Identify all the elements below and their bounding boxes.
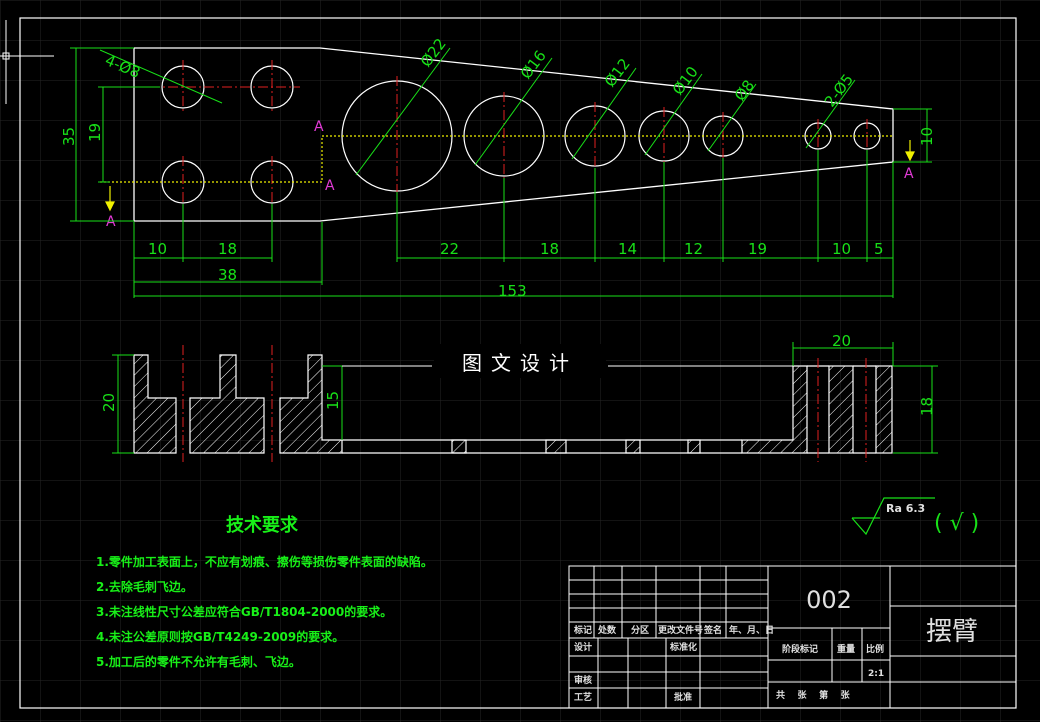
tb-stage-mark: 阶段标记 xyxy=(782,643,818,655)
dim-10-right: 10 xyxy=(918,127,936,146)
requirement-item: 1.零件加工表面上，不应有划痕、擦伤等损伤零件表面的缺陷。 xyxy=(96,554,433,569)
tb-label: 标记 xyxy=(573,624,592,636)
drawing-number: 002 xyxy=(806,586,852,614)
hatch-region xyxy=(875,365,893,454)
tb-design: 设计 xyxy=(574,641,592,653)
requirement-item: 2.去除毛刺飞边。 xyxy=(96,579,193,594)
hatch-region xyxy=(687,439,701,454)
tb-review: 审核 xyxy=(574,674,592,686)
dim-19: 19 xyxy=(748,240,767,258)
dim-15: 15 xyxy=(324,391,342,410)
dim-14: 14 xyxy=(618,240,637,258)
section-mark-a: A xyxy=(325,178,335,194)
tb-process: 工艺 xyxy=(574,691,592,703)
tb-label: 年、月、日 xyxy=(729,624,774,636)
cad-drawing-canvas[interactable]: A A A A 4-Ø8 Ø22 Ø16 Ø12 Ø10 Ø8 2-Ø5 10 … xyxy=(0,0,1040,722)
dim-153: 153 xyxy=(498,282,527,300)
dim-22: 22 xyxy=(440,240,459,258)
dim-35: 35 xyxy=(60,127,78,146)
tb-standardize: 标准化 xyxy=(669,641,697,653)
dim-19: 19 xyxy=(86,123,104,142)
section-mark-a: A xyxy=(314,119,324,135)
hatch-region xyxy=(625,439,641,454)
watermark-text: 图文设计 xyxy=(462,351,578,375)
dim-18: 18 xyxy=(218,240,237,258)
section-mark-a: A xyxy=(106,214,116,230)
dim-20-top: 20 xyxy=(832,332,851,350)
tb-scale-label: 比例 xyxy=(866,643,884,655)
dim-10: 10 xyxy=(832,240,851,258)
requirements-title: 技术要求 xyxy=(226,514,299,536)
tb-weight: 重量 xyxy=(837,643,855,655)
dim-12: 12 xyxy=(684,240,703,258)
requirement-item: 4.未注公差原则按GB/T4249-2009的要求。 xyxy=(96,629,344,644)
hatch-region xyxy=(828,365,854,454)
part-name: 摆臂 xyxy=(926,617,978,647)
dim-20-left: 20 xyxy=(100,393,118,412)
dim-18: 18 xyxy=(918,397,936,416)
tb-scale: 2:1 xyxy=(868,669,884,679)
tb-sheets: 共 张 第 张 xyxy=(776,689,851,701)
tb-label: 更改文件号 xyxy=(658,624,703,636)
hatch-region xyxy=(545,439,567,454)
roughness-ra: Ra 6.3 xyxy=(886,502,925,515)
requirement-item: 5.加工后的零件不允许有毛刺、飞边。 xyxy=(96,654,301,669)
dim-10: 10 xyxy=(148,240,167,258)
section-mark-a: A xyxy=(904,166,914,182)
requirement-item: 3.未注线性尺寸公差应符合GB/T1804-2000的要求。 xyxy=(96,604,392,619)
tb-label: 签名 xyxy=(703,624,722,636)
tb-approve: 批准 xyxy=(674,691,692,703)
hatch-region xyxy=(451,439,467,454)
tb-label: 处数 xyxy=(597,624,617,636)
tb-label: 分区 xyxy=(631,624,649,636)
dim-5: 5 xyxy=(874,240,884,258)
dim-38: 38 xyxy=(218,266,237,284)
roughness-other: ( √ ) xyxy=(934,511,979,536)
dim-18: 18 xyxy=(540,240,559,258)
